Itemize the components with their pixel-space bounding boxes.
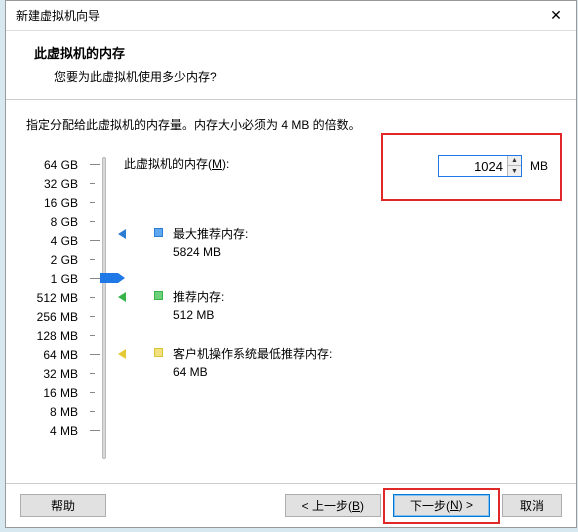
memory-row: 此虚拟机的内存(M): ▲ ▼ MB [124, 155, 556, 172]
wizard-window: 新建虚拟机向导 ✕ 此虚拟机的内存 您要为此虚拟机使用多少内存? 指定分配给此虚… [5, 0, 577, 528]
scale-tick-label: 512 MB [26, 291, 78, 305]
scale-tick-label: 128 MB [26, 329, 78, 343]
instruction-text: 指定分配给此虚拟机的内存量。内存大小必须为 4 MB 的倍数。 [26, 116, 556, 133]
memory-scale: 64 GB 32 GB 16 GB 8 GB 4 GB 2 GB 1 GB 512 MB 256… [26, 155, 124, 440]
scale-tick: 128 MB [26, 326, 124, 345]
next-highlight-box: 下一步(N) > [383, 488, 500, 524]
scale-tick-label: 32 MB [26, 367, 78, 381]
scale-tick-label: 64 GB [26, 158, 78, 172]
rec-max-value: 5824 MB [173, 243, 248, 261]
square-yellow-icon [154, 348, 163, 357]
scale-tick-label: 16 GB [26, 196, 78, 210]
rec-rec-label: 推荐内存: [173, 288, 224, 306]
scale-tick-label: 16 MB [26, 386, 78, 400]
next-button[interactable]: 下一步(N) > [393, 494, 490, 517]
scale-tick: 64 MB [26, 345, 124, 364]
scale-tick-label: 32 GB [26, 177, 78, 191]
spinner-up-icon[interactable]: ▲ [508, 156, 521, 166]
rec-min-value: 64 MB [173, 363, 332, 381]
rec-rec: 推荐内存: 512 MB [154, 288, 224, 324]
scale-tick: 8 GB [26, 212, 124, 231]
header: 此虚拟机的内存 您要为此虚拟机使用多少内存? [6, 31, 576, 100]
scale-tick-label: 1 GB [26, 272, 78, 286]
close-icon[interactable]: ✕ [544, 7, 568, 24]
page-title: 此虚拟机的内存 [34, 43, 548, 62]
scale-tick: 4 MB [26, 421, 124, 440]
slider-thumb[interactable] [100, 273, 118, 283]
scale-tick-label: 4 MB [26, 424, 78, 438]
titlebar: 新建虚拟机向导 ✕ [6, 1, 576, 31]
scale-tick: 16 MB [26, 383, 124, 402]
spinner-buttons: ▲ ▼ [507, 156, 521, 176]
body: 指定分配给此虚拟机的内存量。内存大小必须为 4 MB 的倍数。 64 GB 32 … [6, 100, 576, 440]
memory-input[interactable] [439, 156, 507, 176]
rec-max: 最大推荐内存: 5824 MB [154, 225, 248, 261]
cancel-button[interactable]: 取消 [502, 494, 562, 517]
scale-tick-label: 4 GB [26, 234, 78, 248]
window-title: 新建虚拟机向导 [16, 7, 100, 24]
rec-rec-value: 512 MB [173, 306, 224, 324]
scale-tick-label: 64 MB [26, 348, 78, 362]
right-column: 此虚拟机的内存(M): ▲ ▼ MB [124, 155, 556, 440]
scale-tick-label: 8 GB [26, 215, 78, 229]
rec-min: 客户机操作系统最低推荐内存: 64 MB [154, 345, 332, 381]
scale-tick-label: 2 GB [26, 253, 78, 267]
square-green-icon [154, 291, 163, 300]
slider-track[interactable] [102, 157, 106, 459]
scale-tick: 64 GB [26, 155, 124, 174]
back-button[interactable]: < 上一步(B) [285, 494, 381, 517]
scale-tick: 32 GB [26, 174, 124, 193]
rec-min-label: 客户机操作系统最低推荐内存: [173, 345, 332, 363]
memory-highlight-box: ▲ ▼ MB [381, 133, 562, 201]
memory-label: 此虚拟机的内存(M): [124, 155, 229, 172]
scale-tick: 2 GB [26, 250, 124, 269]
square-blue-icon [154, 228, 163, 237]
scale-tick: 512 MB [26, 288, 124, 307]
scale-tick: 32 MB [26, 364, 124, 383]
scale-tick-label: 256 MB [26, 310, 78, 324]
scale-tick: 256 MB [26, 307, 124, 326]
memory-spinner: ▲ ▼ [438, 155, 522, 177]
rec-max-label: 最大推荐内存: [173, 225, 248, 243]
scale-tick: 4 GB [26, 231, 124, 250]
scale-tick: 8 MB [26, 402, 124, 421]
footer: 帮助 < 上一步(B) 下一步(N) > 取消 [6, 483, 576, 527]
page-subtitle: 您要为此虚拟机使用多少内存? [54, 68, 548, 85]
scale-tick-label: 8 MB [26, 405, 78, 419]
help-button[interactable]: 帮助 [20, 494, 106, 517]
spinner-down-icon[interactable]: ▼ [508, 166, 521, 176]
scale-tick: 16 GB [26, 193, 124, 212]
memory-unit: MB [530, 159, 548, 173]
